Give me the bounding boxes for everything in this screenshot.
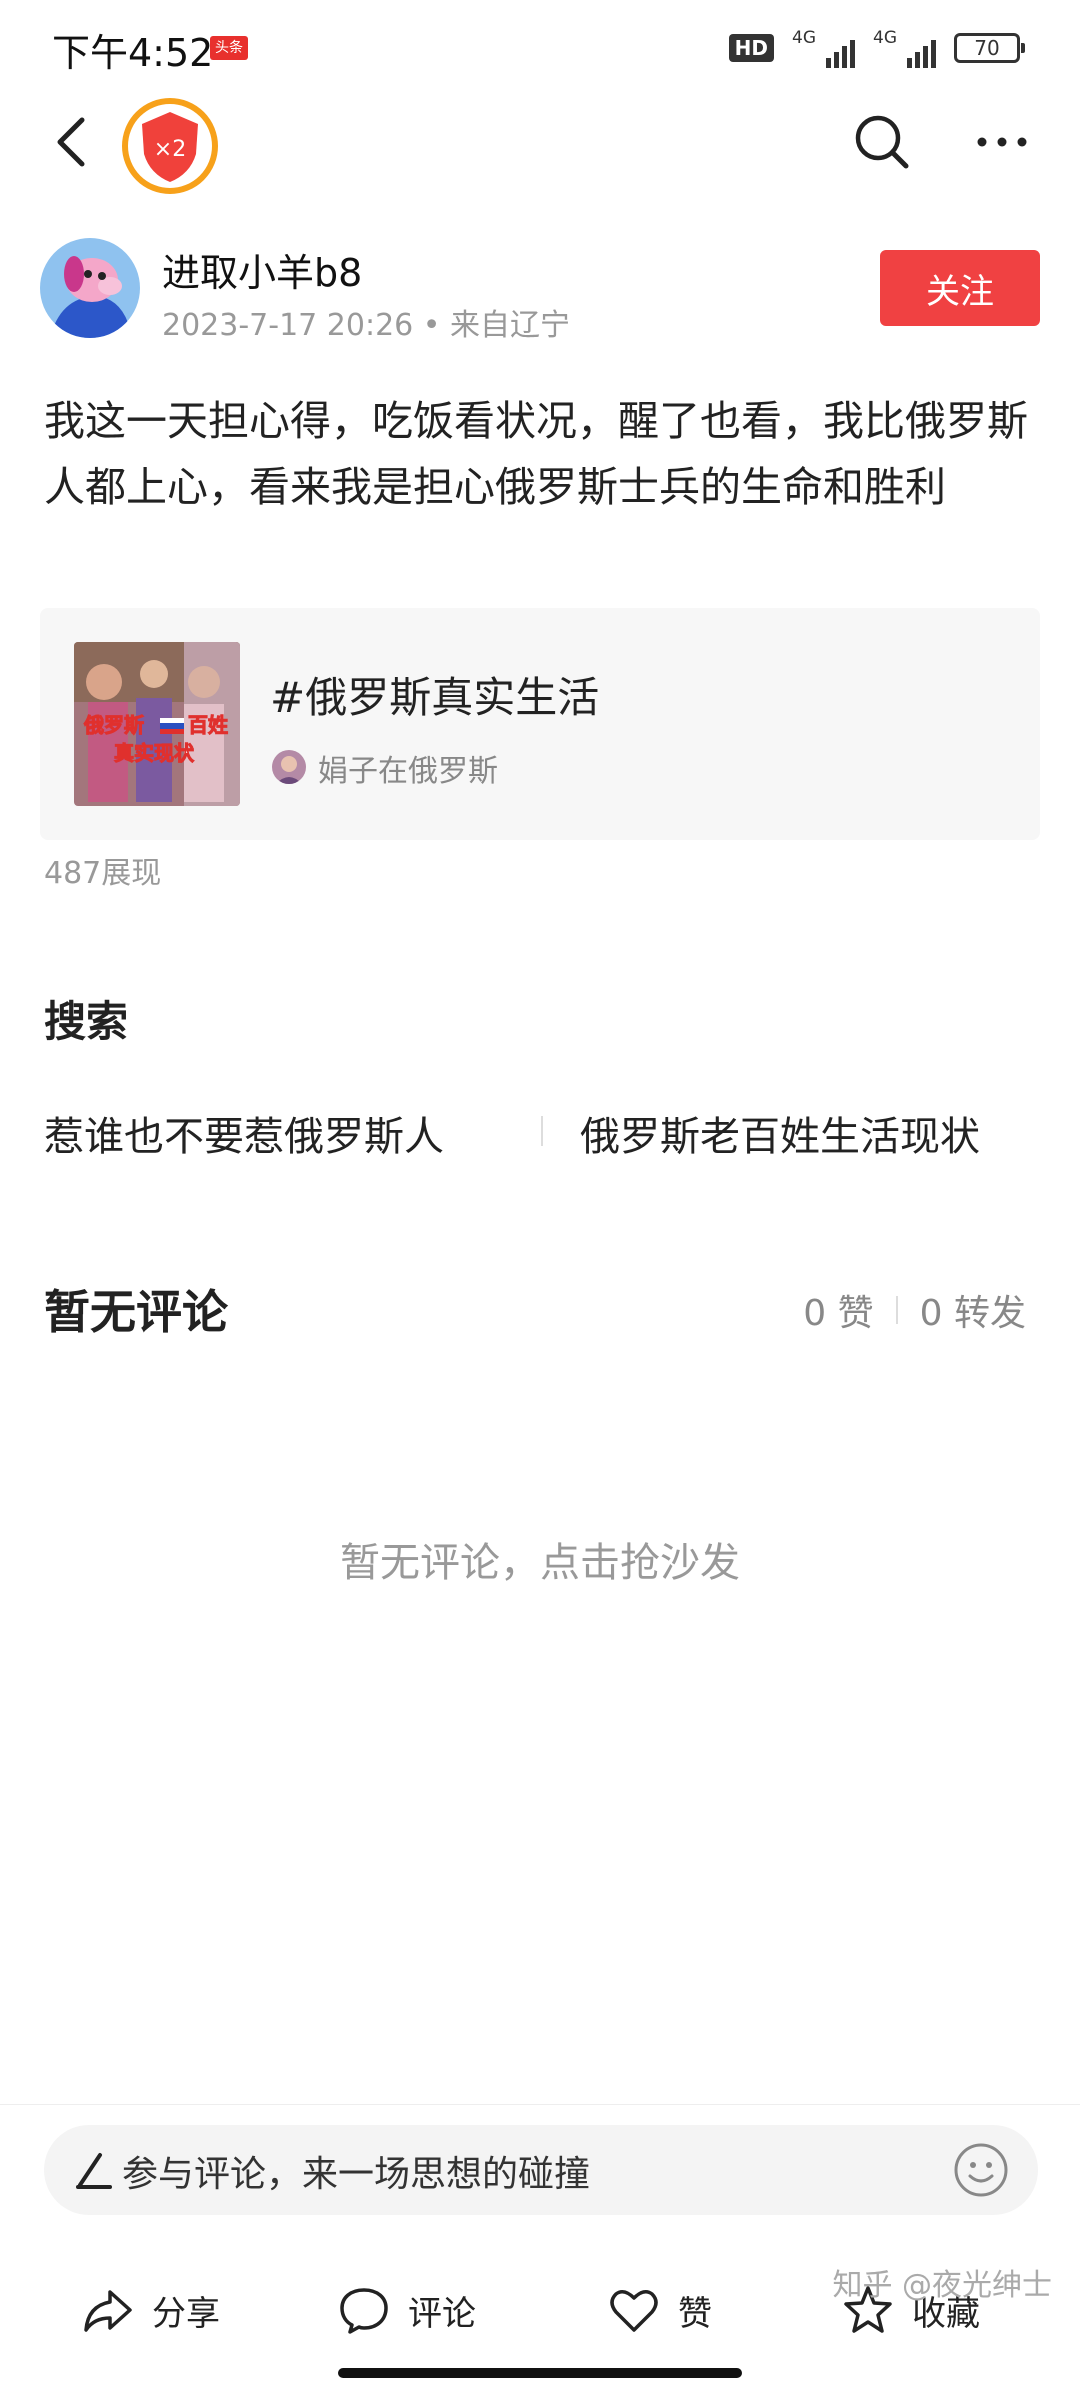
bottom-bar: 参与评论，来一场思想的碰撞 分享 评论 赞 收藏 [0, 2104, 1080, 2400]
divider [895, 1296, 898, 1324]
topic-card[interactable]: 俄罗斯 百姓 真实现状 #俄罗斯真实生活 娟子在俄罗斯 [40, 608, 1040, 840]
thumb-caption-1: 俄罗斯 [83, 713, 144, 737]
more-icon[interactable] [970, 110, 1034, 174]
comment-label: 评论 [408, 2293, 476, 2334]
watermark: 知乎 @夜光绅士 [832, 2268, 1052, 2303]
search-keyword-1[interactable]: 惹谁也不要惹俄罗斯人 [44, 1104, 444, 1162]
top-nav: ×2 [0, 96, 1080, 194]
signal-icon-2: 4G [873, 28, 936, 68]
like-button[interactable]: 赞 [606, 2275, 712, 2345]
share-icon [84, 2290, 132, 2332]
search-keyword-2[interactable]: 俄罗斯老百姓生活现状 [580, 1104, 980, 1162]
comments-title: 暂无评论 [44, 1285, 228, 1339]
signal-icon: 4G [792, 28, 855, 68]
heart-icon [610, 2290, 658, 2332]
comment-input[interactable]: 参与评论，来一场思想的碰撞 [44, 2125, 1038, 2215]
thumb-caption-3: 真实现状 [114, 741, 195, 765]
thumb-caption-2: 百姓 [188, 713, 228, 737]
empty-comments-prompt[interactable]: 暂无评论，点击抢沙发 [0, 1530, 1080, 1588]
repost-count: 0 转发 [919, 1293, 1026, 1334]
view-count: 487展现 [44, 856, 162, 891]
back-icon[interactable] [44, 112, 104, 172]
divider [541, 1116, 543, 1146]
post-stats: 0 赞 0 转发 [803, 1284, 1026, 1336]
author-name[interactable]: 进取小羊b8 [162, 242, 362, 297]
pen-icon [76, 2153, 112, 2189]
search-section-title: 搜索 [44, 997, 129, 1046]
like-label: 赞 [678, 2293, 712, 2334]
status-time: 下午4:52 [52, 31, 214, 75]
battery-icon: 70 [954, 33, 1025, 63]
topic-source-avatar [272, 750, 306, 784]
home-indicator[interactable] [338, 2368, 742, 2378]
topic-title: #俄罗斯真实生活 [270, 673, 600, 722]
search-icon[interactable] [850, 110, 914, 174]
comment-icon [340, 2288, 388, 2334]
hd-icon: HD [728, 34, 774, 62]
reward-badge-icon[interactable]: ×2 [120, 96, 220, 196]
follow-button[interactable]: 关注 [880, 250, 1040, 326]
share-button[interactable]: 分享 [80, 2275, 220, 2345]
emoji-icon[interactable] [952, 2141, 1010, 2199]
topic-thumbnail: 俄罗斯 百姓 真实现状 [74, 642, 240, 806]
post-content: 我这一天担心得，吃饭看状况，醒了也看，我比俄罗斯人都上心，看来我是担心俄罗斯士兵… [44, 397, 1028, 511]
network-type-label-2: 4G [873, 28, 897, 48]
status-bar: 下午4:52 头条 HD 4G 4G 70 [0, 0, 1080, 96]
app-badge: 头条 [210, 36, 248, 60]
network-type-label: 4G [792, 28, 816, 48]
like-count: 0 赞 [803, 1293, 874, 1334]
author-avatar[interactable] [40, 238, 140, 338]
reward-label: ×2 [154, 137, 186, 162]
post-meta: 2023-7-17 20:26 • 来自辽宁 [162, 308, 571, 343]
comment-placeholder: 参与评论，来一场思想的碰撞 [122, 2154, 591, 2195]
topic-source: 娟子在俄罗斯 [318, 754, 498, 789]
comment-button[interactable]: 评论 [336, 2275, 476, 2345]
status-icons: HD 4G 4G 70 [728, 28, 1025, 68]
share-label: 分享 [152, 2293, 220, 2334]
